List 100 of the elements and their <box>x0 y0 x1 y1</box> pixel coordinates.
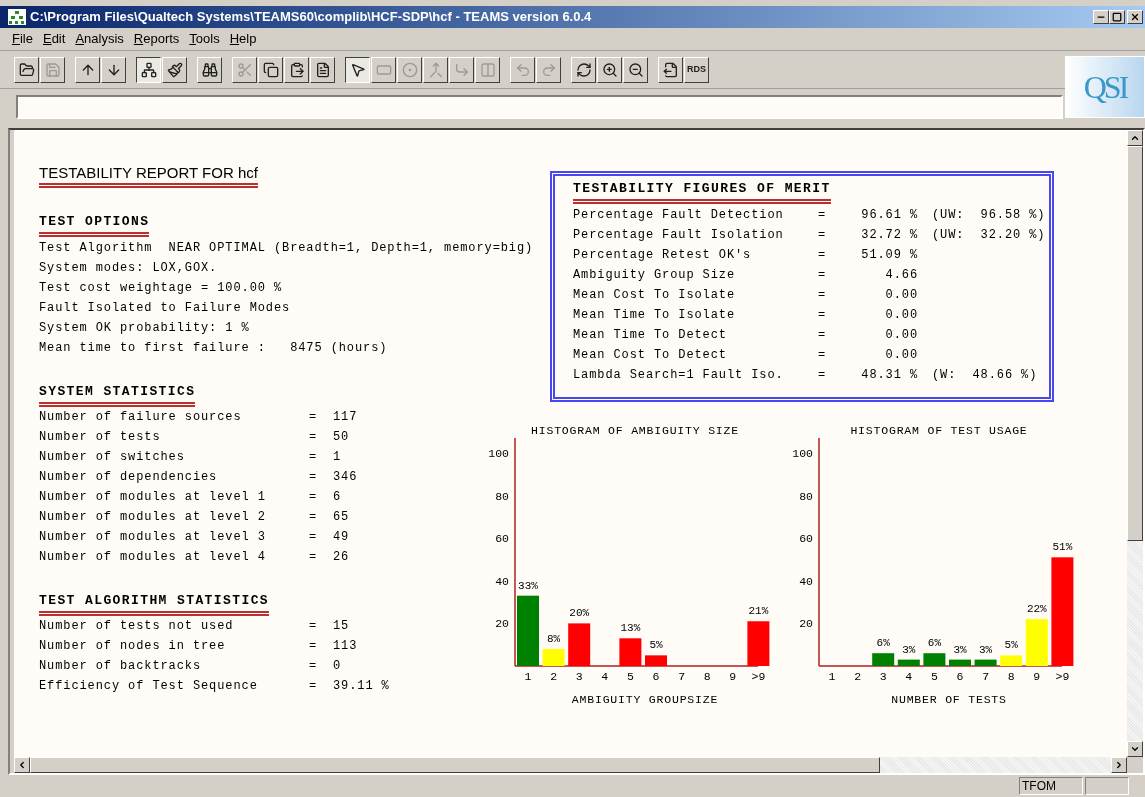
metric-value: 48.31 % <box>860 367 918 384</box>
toolbar-button[interactable]: RDS <box>684 56 709 83</box>
tree-icon <box>140 61 157 78</box>
data-label: 8% <box>547 632 561 645</box>
menu-item[interactable]: Reports <box>130 29 183 49</box>
equals-sign: = <box>818 247 828 264</box>
menu-item[interactable]: Analysis <box>72 29 127 49</box>
option-line: System modes: LOX,GOX. <box>39 260 218 277</box>
stat-label: Number of backtracks <box>39 658 203 675</box>
stat-value: 0 <box>333 658 342 675</box>
maximize-button[interactable] <box>1109 10 1125 24</box>
menu-item[interactable]: Tools <box>186 29 223 49</box>
paste-icon <box>288 61 305 78</box>
stat-value: 6 <box>333 489 342 506</box>
equals-sign: = <box>309 638 319 655</box>
equals-sign: = <box>309 658 319 675</box>
close-button[interactable] <box>1127 10 1143 24</box>
data-label: 5% <box>649 639 663 652</box>
document-icon <box>314 61 331 78</box>
status-panel <box>1085 777 1129 795</box>
undo-icon <box>514 61 531 78</box>
stat-label: Number of tests <box>39 429 162 446</box>
data-label: 22% <box>1026 603 1047 616</box>
axis-tick-label: 5 <box>930 670 938 683</box>
axis-tick-label: 2 <box>550 670 558 683</box>
section-heading: SYSTEM STATISTICS <box>39 384 196 407</box>
folder-icon <box>18 61 35 78</box>
menu-item[interactable]: Help <box>226 29 260 49</box>
section-heading: TEST ALGORITHM STATISTICS <box>39 593 270 616</box>
minimize-button[interactable] <box>1093 10 1109 24</box>
input-field[interactable] <box>16 95 1063 119</box>
metric-label: Percentage Fault Isolation <box>573 227 785 244</box>
axis-tick-label: 100 <box>488 446 509 460</box>
metric-label: Mean Time To Detect <box>573 327 728 344</box>
metric-label: Mean Cost To Isolate <box>573 287 737 304</box>
logo: QSI <box>1065 56 1145 118</box>
menu-item[interactable]: File <box>9 29 36 49</box>
axis-tick-label: 4 <box>905 670 913 683</box>
stat-label: Number of modules at level 1 <box>39 489 267 506</box>
binoculars-icon <box>201 61 218 78</box>
axis-tick-label: 20 <box>799 617 813 631</box>
metric-value: 0.00 <box>884 307 918 324</box>
stat-value: 39.11 % <box>333 678 390 695</box>
axis-tick-label: 1 <box>524 670 532 683</box>
stat-label: Number of modules at level 4 <box>39 549 267 566</box>
circle-icon <box>401 61 418 78</box>
data-label: 20% <box>569 607 590 620</box>
equals-sign: = <box>818 347 828 364</box>
stat-label: Number of modules at level 2 <box>39 509 267 526</box>
equals-sign: = <box>309 618 319 635</box>
stat-label: Efficiency of Test Sequence <box>39 678 259 695</box>
data-label: 3% <box>953 643 967 656</box>
equals-sign: = <box>818 287 828 304</box>
scroll-up-icon <box>1130 133 1140 143</box>
toolbar-button[interactable] <box>136 56 161 83</box>
data-label: 21% <box>748 605 769 618</box>
axis-tick-label: 2 <box>854 670 862 683</box>
data-label: 6% <box>876 637 890 650</box>
scroll-right-icon <box>1114 760 1124 770</box>
stat-label: Number of dependencies <box>39 469 219 486</box>
data-label: 3% <box>902 643 916 656</box>
section-heading: TESTABILITY FIGURES OF MERIT <box>573 181 831 204</box>
metric-value: 0.00 <box>884 347 918 364</box>
section-heading: TEST OPTIONS <box>39 214 150 237</box>
axis-tick-label: 100 <box>792 446 813 460</box>
vertical-scrollbar[interactable] <box>1127 130 1143 757</box>
option-line: Fault Isolated to Failure Modes <box>39 300 291 317</box>
equals-sign: = <box>309 469 319 486</box>
metric-value: 51.09 % <box>860 247 918 264</box>
option-line: System OK probability: 1 % <box>39 320 250 337</box>
axis-tick-label: 9 <box>1033 670 1041 683</box>
stat-value: 113 <box>333 638 358 655</box>
data-label: 13% <box>620 622 641 635</box>
stat-value: 65 <box>333 509 350 526</box>
menu-item[interactable]: Edit <box>39 29 69 49</box>
equals-sign: = <box>818 367 828 384</box>
maximize-icon <box>1112 12 1122 22</box>
equals-sign: = <box>818 267 828 284</box>
stat-value: 49 <box>333 529 350 546</box>
stat-label: Number of nodes in tree <box>39 638 227 655</box>
equals-sign: = <box>309 429 319 446</box>
option-line: Test cost weightage = 100.00 % <box>39 280 283 297</box>
copy-icon <box>262 61 279 78</box>
equals-sign: = <box>309 449 319 466</box>
equals-sign: = <box>818 207 828 224</box>
metric-value: 96.61 % <box>860 207 918 224</box>
stat-value: 117 <box>333 409 358 426</box>
axis-tick-label: 80 <box>799 489 813 503</box>
toolbar-button[interactable] <box>345 56 370 83</box>
axis-tick-label: >9 <box>751 670 766 683</box>
axis-tick-label: 6 <box>652 670 660 683</box>
metric-label: Mean Cost To Detect <box>573 347 728 364</box>
stat-value: 50 <box>333 429 350 446</box>
zoom-in-icon <box>601 61 618 78</box>
equals-sign: = <box>309 489 319 506</box>
metric-note: (W: 48.66 %) <box>932 367 1038 384</box>
stat-label: Number of modules at level 3 <box>39 529 267 546</box>
scroll-left-icon <box>17 760 27 770</box>
axis-tick-label: 80 <box>495 489 509 503</box>
axis-tick-label: 1 <box>828 670 836 683</box>
